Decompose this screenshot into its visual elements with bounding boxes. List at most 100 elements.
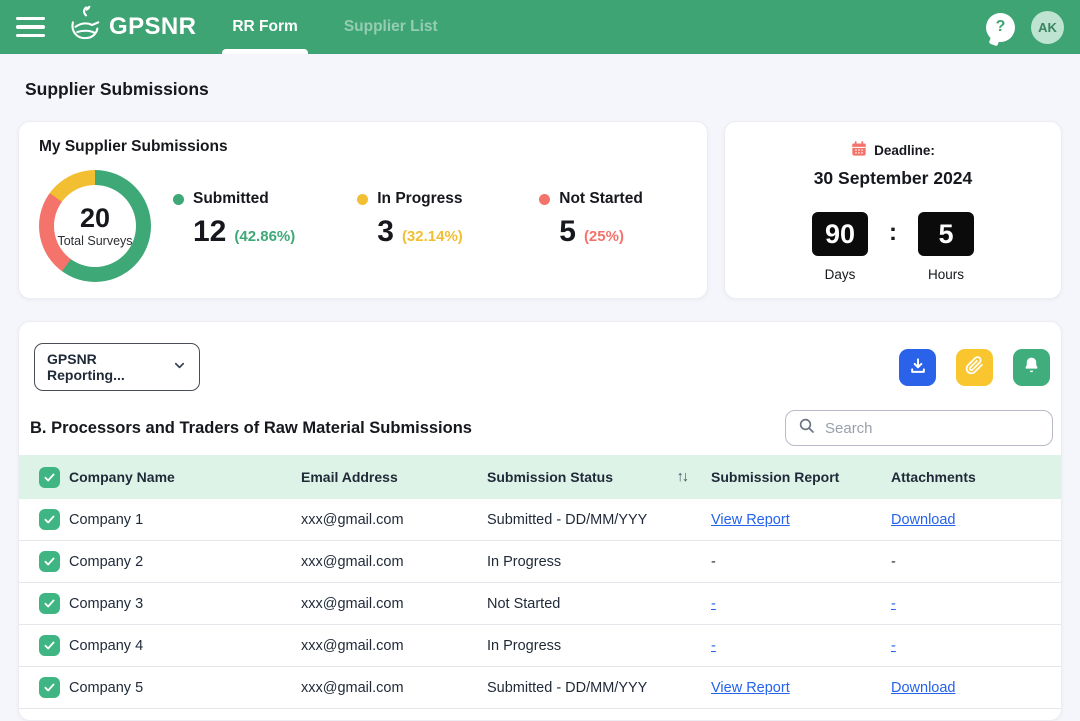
company-name-cell: Company 5 (69, 680, 301, 696)
gpsnr-logo[interactable]: GPSNR (65, 4, 196, 51)
top-nav-bar: GPSNR RR Form Supplier List ? AK (0, 0, 1080, 54)
summary-stats: Submitted 12 (42.86%) In Progress 3 (32.… (173, 190, 659, 247)
paperclip-icon (965, 356, 984, 378)
attachment-cell[interactable]: - (891, 596, 1043, 612)
deadline-card: Deadline: 30 September 2024 90 Days : 5 … (724, 121, 1062, 299)
row-checkbox[interactable] (39, 593, 60, 614)
email-cell: xxx@gmail.com (301, 638, 487, 654)
stat-value: 12 (193, 217, 226, 247)
summary-card-title: My Supplier Submissions (39, 138, 687, 156)
stat-value: 5 (559, 217, 576, 247)
countdown: 90 Days : 5 Hours (725, 212, 1061, 282)
days-label: Days (825, 267, 856, 282)
hours-value: 5 (918, 212, 974, 256)
gpsnr-hand-icon (65, 4, 107, 51)
countdown-hours: 5 Hours (918, 212, 974, 282)
legend-dot (173, 194, 184, 205)
search-box[interactable] (785, 410, 1053, 446)
hamburger-menu-icon[interactable] (16, 17, 45, 38)
reporting-period-dropdown[interactable]: GPSNR Reporting... (34, 343, 200, 391)
hours-label: Hours (928, 267, 964, 282)
deadline-date: 30 September 2024 (725, 168, 1061, 189)
chevron-down-icon (172, 358, 187, 376)
company-name-cell: Company 4 (69, 638, 301, 654)
table-row: Company 2 xxx@gmail.com In Progress - - (19, 541, 1061, 583)
column-submission-status: Submission Status (487, 469, 613, 485)
brand-name: GPSNR (109, 13, 196, 41)
attachment-cell: - (891, 554, 1043, 570)
tab-supplier-list[interactable]: Supplier List (334, 0, 448, 54)
stat-in-progress: In Progress 3 (32.14%) (357, 190, 477, 247)
submissions-table: Company Name Email Address Submission St… (19, 455, 1061, 709)
table-row: Company 4 xxx@gmail.com In Progress - - (19, 625, 1061, 667)
total-surveys-value: 20 (80, 205, 110, 232)
select-all-checkbox[interactable] (39, 467, 60, 488)
email-cell: xxx@gmail.com (301, 596, 487, 612)
download-icon (908, 356, 928, 379)
stat-percent: (25%) (584, 228, 624, 245)
attachment-cell[interactable]: - (891, 638, 1043, 654)
calendar-icon (851, 141, 867, 160)
deadline-label: Deadline: (874, 143, 935, 158)
search-input[interactable] (825, 420, 1040, 437)
row-checkbox[interactable] (39, 635, 60, 656)
company-name-cell: Company 2 (69, 554, 301, 570)
report-cell[interactable]: - (711, 638, 891, 654)
table-row: Company 3 xxx@gmail.com Not Started - - (19, 583, 1061, 625)
countdown-separator: : (889, 219, 897, 247)
days-value: 90 (812, 212, 868, 256)
row-checkbox[interactable] (39, 551, 60, 572)
status-cell: In Progress (487, 638, 711, 654)
stat-percent: (32.14%) (402, 228, 463, 245)
report-cell[interactable]: View Report (711, 512, 891, 528)
attachment-cell[interactable]: Download (891, 512, 1043, 528)
donut-chart: 20 Total Surveys (39, 170, 151, 282)
sort-icon[interactable]: ↑↓ (677, 469, 688, 485)
stat-label: In Progress (377, 190, 462, 208)
row-checkbox[interactable] (39, 509, 60, 530)
report-cell: - (711, 554, 891, 570)
attachment-button[interactable] (956, 349, 993, 386)
stat-submitted: Submitted 12 (42.86%) (173, 190, 295, 247)
section-title: B. Processors and Traders of Raw Materia… (30, 419, 472, 438)
stat-percent: (42.86%) (234, 228, 295, 245)
bell-icon (1022, 356, 1041, 378)
column-email-address: Email Address (301, 469, 487, 485)
email-cell: xxx@gmail.com (301, 554, 487, 570)
page-title: Supplier Submissions (25, 79, 209, 100)
nav-tabs: RR Form Supplier List (222, 0, 473, 54)
submissions-table-card: GPSNR Reporting... (18, 321, 1062, 721)
tab-rr-form[interactable]: RR Form (222, 0, 307, 54)
status-cell: Not Started (487, 596, 711, 612)
status-cell: Submitted - DD/MM/YYY (487, 680, 711, 696)
status-cell: Submitted - DD/MM/YYY (487, 512, 711, 528)
column-company-name: Company Name (69, 469, 301, 485)
row-checkbox[interactable] (39, 677, 60, 698)
help-icon[interactable]: ? (986, 13, 1015, 42)
donut-center: 20 Total Surveys (54, 185, 136, 267)
email-cell: xxx@gmail.com (301, 680, 487, 696)
dropdown-value: GPSNR Reporting... (47, 351, 162, 383)
stat-label: Not Started (559, 190, 643, 208)
countdown-days: 90 Days (812, 212, 868, 282)
legend-dot (357, 194, 368, 205)
column-submission-report: Submission Report (711, 469, 891, 485)
table-header-row: Company Name Email Address Submission St… (19, 455, 1061, 499)
stat-label: Submitted (193, 190, 269, 208)
download-button[interactable] (899, 349, 936, 386)
total-surveys-label: Total Surveys (57, 234, 132, 248)
search-icon (798, 417, 816, 440)
notification-button[interactable] (1013, 349, 1050, 386)
company-name-cell: Company 1 (69, 512, 301, 528)
stat-value: 3 (377, 217, 394, 247)
avatar[interactable]: AK (1031, 11, 1064, 44)
legend-dot (539, 194, 550, 205)
report-cell[interactable]: View Report (711, 680, 891, 696)
supplier-submissions-summary-card: My Supplier Submissions 20 Total Surveys… (18, 121, 708, 299)
status-cell: In Progress (487, 554, 711, 570)
table-row: Company 5 xxx@gmail.com Submitted - DD/M… (19, 667, 1061, 709)
company-name-cell: Company 3 (69, 596, 301, 612)
attachment-cell[interactable]: Download (891, 680, 1043, 696)
report-cell[interactable]: - (711, 596, 891, 612)
email-cell: xxx@gmail.com (301, 512, 487, 528)
